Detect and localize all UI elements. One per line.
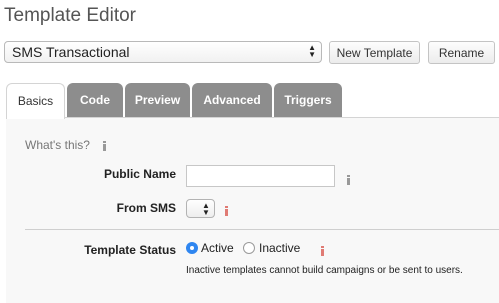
- radio-active[interactable]: [186, 242, 198, 254]
- rename-button[interactable]: Rename: [428, 41, 495, 64]
- from-sms-label: From SMS: [116, 201, 176, 215]
- public-name-label: Public Name: [103, 167, 176, 181]
- divider: [25, 229, 499, 230]
- tab-preview[interactable]: Preview: [125, 83, 190, 118]
- required-info-icon[interactable]: [321, 246, 324, 256]
- template-status-label: Template Status: [84, 243, 176, 257]
- select-arrows-icon: ▲ ▼: [202, 201, 210, 217]
- template-select[interactable]: SMS Transactional ▲ ▼: [4, 41, 322, 63]
- status-help-text: Inactive templates cannot build campaign…: [186, 265, 463, 276]
- info-icon[interactable]: [103, 141, 106, 151]
- tab-triggers[interactable]: Triggers: [274, 83, 342, 118]
- tab-advanced[interactable]: Advanced: [192, 83, 272, 118]
- tab-basics[interactable]: Basics: [6, 83, 65, 119]
- whats-this-link[interactable]: What's this?: [25, 138, 90, 152]
- radio-inactive-label[interactable]: Inactive: [259, 241, 300, 255]
- public-name-input[interactable]: [186, 165, 335, 187]
- radio-active-label[interactable]: Active: [201, 241, 234, 255]
- new-template-button[interactable]: New Template: [329, 41, 420, 64]
- tab-code[interactable]: Code: [67, 83, 123, 118]
- required-info-icon[interactable]: [225, 206, 228, 216]
- from-sms-select[interactable]: ▲ ▼: [186, 199, 215, 218]
- radio-inactive[interactable]: [243, 242, 255, 254]
- select-arrows-icon: ▲ ▼: [308, 43, 316, 59]
- page-title: Template Editor: [4, 5, 137, 26]
- template-select-value: SMS Transactional: [12, 44, 130, 60]
- info-icon[interactable]: [347, 175, 350, 185]
